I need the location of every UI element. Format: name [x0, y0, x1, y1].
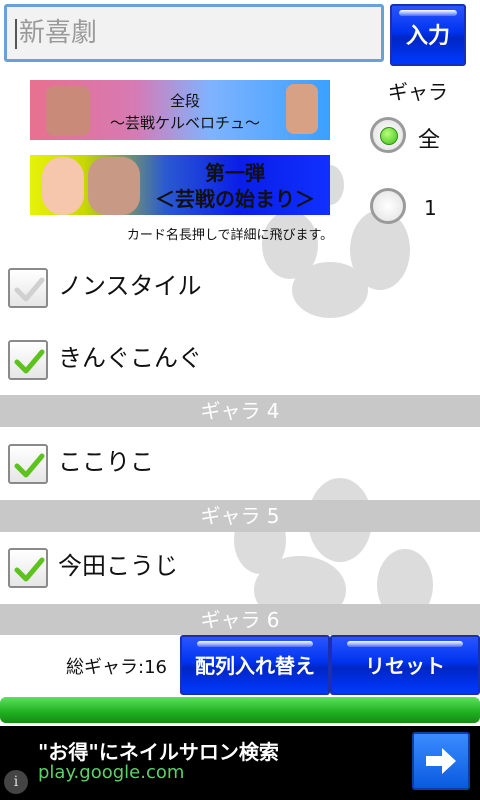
reset-button-label: リセット [365, 654, 445, 678]
search-input-value: 新喜劇 [19, 18, 98, 48]
sort-button[interactable]: 配列入れ替え [180, 635, 330, 695]
list-item[interactable]: ここりこ [0, 438, 480, 498]
check-icon [14, 277, 45, 302]
reset-button[interactable]: リセット [330, 635, 480, 695]
banner-first-series[interactable]: 第一弾 ＜芸戦の始まり＞ [30, 155, 330, 215]
banner-title-line1: 全段 [169, 92, 200, 110]
checkbox[interactable] [8, 548, 48, 588]
list-item-label: 今田こうじ [58, 552, 178, 580]
radio-selected-dot [380, 127, 398, 145]
sort-button-label: 配列入れ替え [195, 654, 315, 678]
gara-filter-label: ギャラ [388, 80, 448, 104]
list-item[interactable]: 今田こうじ [0, 542, 480, 602]
long-press-hint: カード名長押しで詳細に飛びます。 [126, 228, 334, 243]
ad-title: "お得"にネイルサロン検索 [38, 740, 279, 764]
input-button[interactable]: 入力 [390, 4, 466, 66]
checkbox[interactable] [8, 340, 48, 380]
radio-1-label: 1 [424, 196, 437, 220]
check-icon [14, 557, 45, 582]
face-photo-right [286, 84, 318, 134]
button-highlight [196, 641, 314, 647]
check-icon [14, 453, 45, 478]
radio-1[interactable] [370, 188, 406, 224]
list-item[interactable]: ノンスタイル [0, 262, 480, 322]
ad-url: play.google.com [38, 762, 185, 783]
button-highlight [346, 641, 464, 647]
button-highlight [399, 10, 457, 16]
list-item-label: きんぐこんぐ [58, 344, 202, 372]
section-header-gara-4: ギャラ 4 [0, 395, 480, 427]
ad-arrow-button[interactable] [412, 732, 470, 790]
face-photo-left [46, 86, 90, 136]
list-item-label: ノンスタイル [58, 272, 202, 300]
banner-zendan[interactable]: 全段 ～芸戦ケルベロチュ～ [30, 80, 330, 140]
input-button-label: 入力 [405, 24, 450, 49]
face-photo-right [88, 157, 140, 215]
radio-all-label: 全 [418, 128, 441, 153]
total-gara: 総ギャラ:16 [66, 657, 167, 678]
progress-bar [0, 697, 480, 723]
section-header-gara-6: ギャラ 6 [0, 604, 480, 636]
list-item-label: ここりこ [58, 448, 154, 476]
arrow-right-icon [426, 748, 456, 774]
checkbox[interactable] [8, 268, 48, 308]
banner-title-line1: 第一弾 [205, 161, 265, 185]
ad-banner[interactable]: "お得"にネイルサロン検索 play.google.com i [0, 726, 480, 800]
text-caret [15, 18, 17, 49]
checkbox[interactable] [8, 444, 48, 484]
banner-title-line2: ～芸戦ケルベロチュ～ [109, 114, 260, 132]
banner-title-line2: ＜芸戦の始まり＞ [155, 187, 315, 211]
radio-all[interactable] [370, 117, 406, 153]
check-icon [14, 349, 45, 374]
list-item[interactable]: きんぐこんぐ [0, 334, 480, 394]
info-icon[interactable]: i [4, 770, 28, 794]
section-header-gara-5: ギャラ 5 [0, 500, 480, 532]
search-input[interactable]: 新喜劇 [4, 4, 384, 62]
face-photo-left [42, 157, 84, 215]
